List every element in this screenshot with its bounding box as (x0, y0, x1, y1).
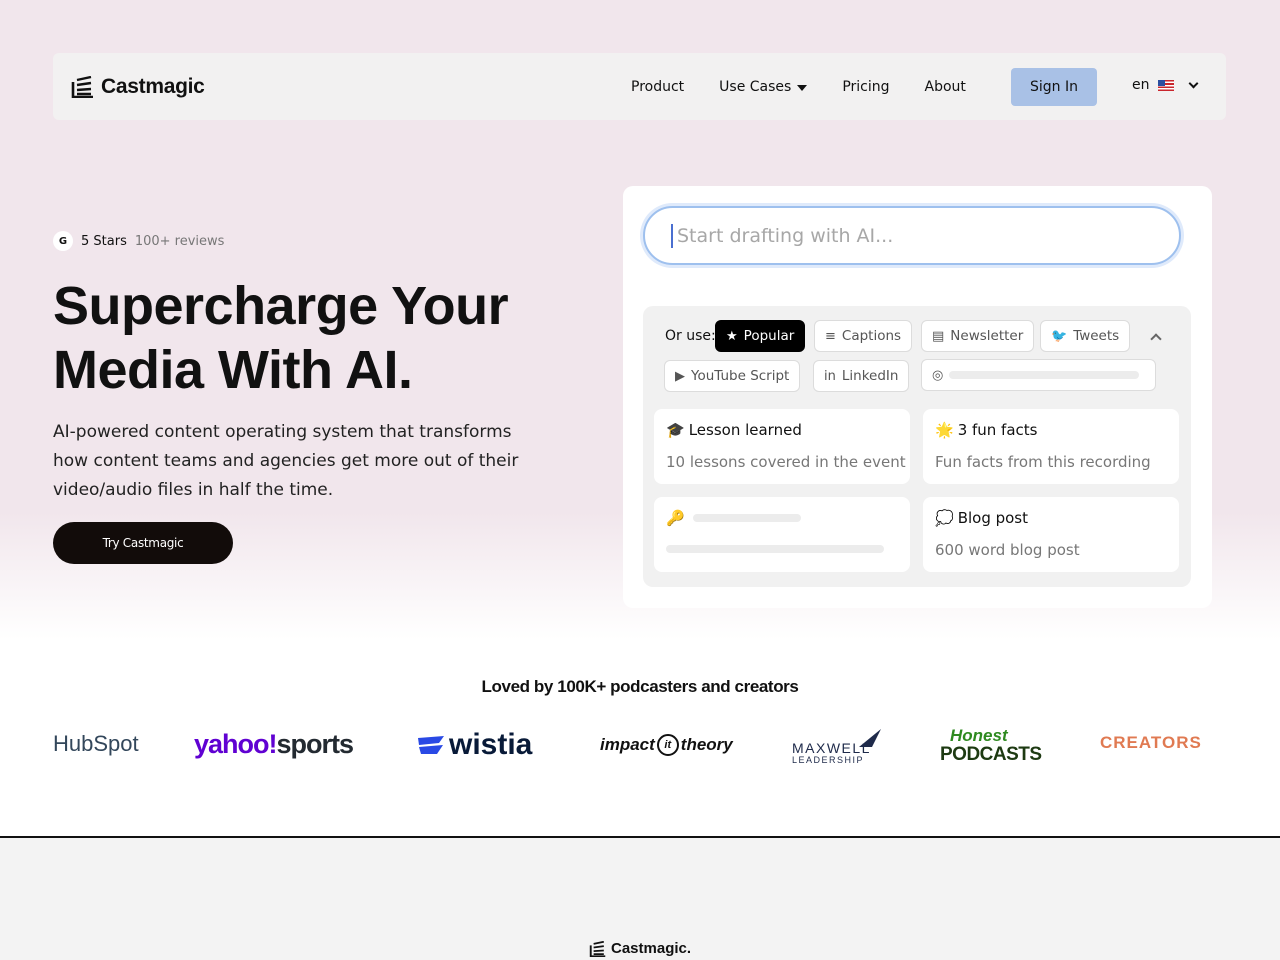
nav-link-about[interactable]: About (925, 79, 966, 95)
wistia-text: wistia (449, 728, 533, 761)
linkedin-icon: in (824, 368, 836, 384)
template-desc: 600 word blog post (935, 541, 1080, 559)
language-selector[interactable]: en (1132, 77, 1198, 93)
chip-popular-label: Popular (743, 328, 795, 344)
social-proof-title: Loved by 100K+ podcasters and creators (481, 677, 799, 696)
chevron-down-icon (1188, 78, 1198, 88)
rating: G 5 Stars 100+ reviews (53, 231, 224, 251)
sign-in-button[interactable]: Sign In (1011, 68, 1097, 106)
hero-headline: Supercharge Your Media With AI. (53, 274, 593, 402)
footer-logo[interactable]: Castmagic. (589, 940, 691, 957)
chip-tweets-label: Tweets (1073, 328, 1120, 344)
loading-placeholder-bar (949, 371, 1140, 379)
chip-instagram[interactable]: ◎ (921, 359, 1156, 391)
language-code: en (1132, 77, 1150, 93)
thought-bubble-icon: 💭 (935, 509, 954, 527)
logo[interactable]: Castmagic (71, 75, 205, 99)
castmagic-logo-icon (589, 940, 606, 957)
sports-text: sports (276, 729, 355, 759)
leadership-text: LEADERSHIP (792, 755, 865, 765)
reviews-text: 100+ reviews (134, 233, 225, 249)
honest-text: Honest (950, 726, 1008, 745)
stars-text: 5 Stars (81, 233, 127, 249)
template-card-fun-facts[interactable]: 🌟 3 fun facts Fun facts from this record… (923, 409, 1179, 484)
creators-logo: CREATORS (1100, 733, 1202, 752)
template-title-text: 3 fun facts (957, 421, 1038, 439)
nav-link-pricing[interactable]: Pricing (842, 79, 889, 95)
nav-link-use-cases[interactable]: Use Cases (719, 78, 808, 95)
headline-line-2: Media With AI. (53, 340, 413, 400)
template-title-text: Lesson learned (688, 421, 802, 439)
castmagic-logo-icon (71, 76, 93, 98)
yahoo-sports-logo: yahoo!sports (194, 729, 355, 760)
podcasts-text: PODCASTS (940, 744, 1042, 765)
prompt-placeholder: Start drafting with AI... (677, 224, 894, 247)
us-flag-icon (1157, 79, 1174, 91)
star-glow-icon: 🌟 (935, 421, 954, 439)
chip-captions-label: Captions (841, 328, 902, 344)
chip-youtube-script[interactable]: ▶ YouTube Script (664, 360, 801, 392)
text-cursor (671, 223, 673, 248)
loading-placeholder-bar (666, 545, 884, 553)
template-card-lesson-learned[interactable]: 🎓 Lesson learned 10 lessons covered in t… (654, 409, 910, 484)
instagram-icon: ◎ (932, 367, 944, 383)
nav-links: Product Use Cases Pricing About (631, 53, 1001, 120)
top-navbar: Castmagic Product Use Cases Pricing Abou… (53, 53, 1226, 120)
footer: Castmagic. (0, 836, 1280, 960)
chip-captions[interactable]: ≡ Captions (814, 320, 913, 352)
footer-logo-text: Castmagic. (611, 940, 692, 957)
template-card-blog-post[interactable]: 💭 Blog post 600 word blog post (923, 497, 1179, 572)
template-title: 🌟 3 fun facts (935, 421, 1037, 439)
g2-badge-icon: G (53, 231, 73, 251)
template-title: 🔑 (666, 509, 801, 527)
theory-text: theory (680, 735, 733, 754)
chevron-up-icon[interactable] (1150, 333, 1162, 345)
lines-icon: ≡ (825, 328, 836, 344)
template-desc: Fun facts from this recording (935, 453, 1151, 471)
impact-text: impact (600, 735, 655, 754)
template-card-loading[interactable]: 🔑 (654, 497, 910, 572)
maxwell-text: MAXWELL (792, 740, 871, 756)
chip-youtube-script-label: YouTube Script (691, 368, 790, 384)
hubspot-logo: HubSpot (53, 731, 139, 756)
template-title: 💭 Blog post (935, 509, 1028, 527)
template-title: 🎓 Lesson learned (666, 421, 802, 439)
loading-placeholder-bar (692, 514, 801, 522)
yahoo-text: yahoo! (194, 729, 278, 759)
honest-podcasts-logo: Honest PODCASTS (940, 726, 1042, 768)
headline-line-1: Supercharge Your (53, 276, 509, 336)
twitter-bird-icon: 🐦 (1051, 328, 1068, 344)
try-castmagic-button[interactable]: Try Castmagic (53, 522, 233, 564)
star-icon: ★ (726, 328, 738, 344)
wistia-mark-icon (418, 736, 444, 754)
key-icon: 🔑 (666, 509, 685, 527)
template-desc: 10 lessons covered in the event (666, 453, 906, 471)
youtube-icon: ▶ (675, 368, 685, 384)
graduation-cap-icon: 🎓 (666, 421, 685, 439)
logo-text: Castmagic (101, 75, 205, 98)
impact-theory-mark-icon: it (656, 734, 679, 756)
newsletter-icon: ▤ (932, 328, 945, 344)
nav-link-use-cases-label: Use Cases (719, 78, 792, 95)
chip-newsletter-label: Newsletter (950, 328, 1024, 344)
chip-popular[interactable]: ★ Popular (715, 320, 806, 352)
demo-card: Start drafting with AI... Or use: ★ Popu… (623, 186, 1212, 608)
template-panel: Or use: ★ Popular ≡ Captions ▤ Newslette… (643, 306, 1191, 587)
ai-prompt-input[interactable]: Start drafting with AI... (643, 206, 1181, 265)
chip-newsletter[interactable]: ▤ Newsletter (921, 320, 1035, 352)
chip-linkedin-label: LinkedIn (841, 368, 899, 384)
wistia-logo: wistia (417, 728, 532, 762)
nav-link-product[interactable]: Product (631, 79, 684, 95)
chip-tweets[interactable]: 🐦 Tweets (1040, 320, 1131, 352)
or-use-label: Or use: (665, 328, 716, 344)
maxwell-leadership-logo: MAXWELL LEADERSHIP (792, 728, 884, 768)
chip-linkedin[interactable]: in LinkedIn (813, 360, 910, 392)
hero-subtitle: AI-powered content operating system that… (53, 422, 519, 500)
template-title-text: Blog post (957, 509, 1029, 527)
impact-theory-logo: impact it theory (600, 734, 733, 756)
caret-down-icon (797, 84, 808, 91)
